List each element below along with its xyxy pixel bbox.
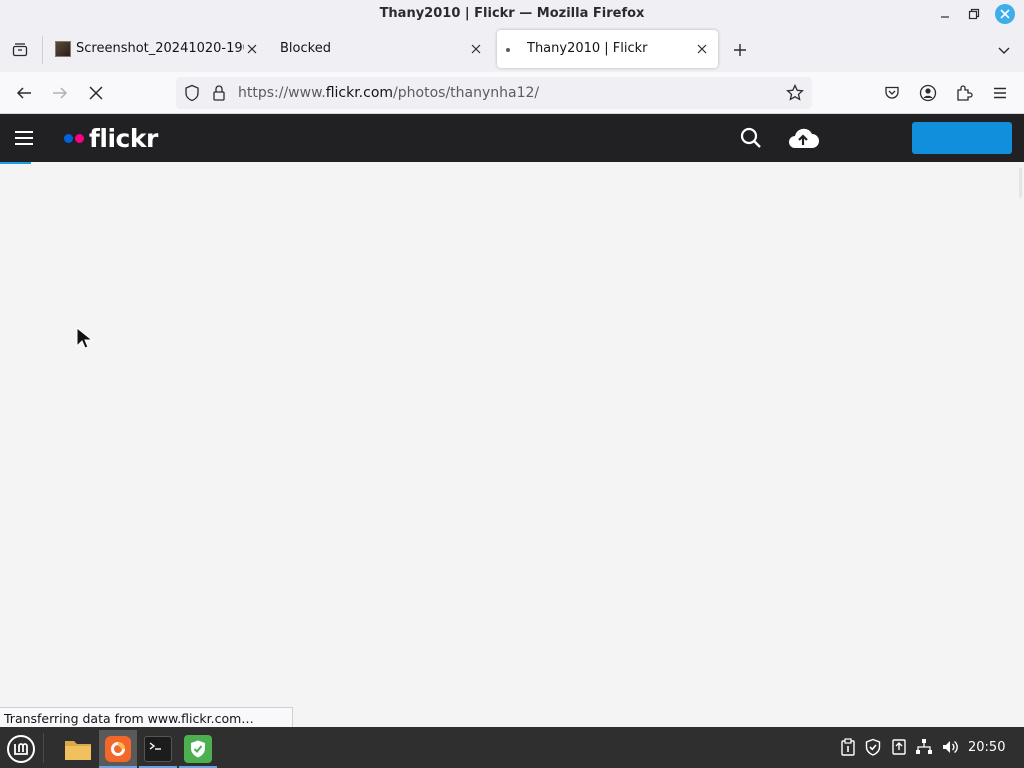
mouse-cursor [76, 326, 94, 353]
firefox-icon [105, 736, 131, 762]
chevron-down-icon [998, 47, 1010, 54]
logo-blue-dot [64, 133, 73, 143]
window-titlebar: Thany2010 | Flickr — Mozilla Firefox [0, 0, 1024, 28]
tab-screenshot[interactable]: Screenshot_20241020-1900 [50, 30, 264, 68]
url-host: flickr.com [325, 85, 394, 101]
close-tab-icon[interactable] [245, 42, 259, 56]
tab-flickr[interactable]: Thany2010 | Flickr [497, 30, 718, 68]
arrow-right-icon [53, 87, 68, 99]
minimize-button[interactable] [935, 4, 955, 24]
hamburger-icon [994, 87, 1006, 99]
shield-app-icon [184, 735, 212, 763]
files-app[interactable] [59, 730, 97, 768]
site-menu-button[interactable] [14, 129, 34, 151]
puzzle-icon [957, 85, 973, 101]
url-prefix: https://www. [238, 85, 326, 101]
account-button[interactable] [916, 81, 940, 105]
minimize-icon [941, 16, 949, 18]
scrollbar[interactable] [1019, 168, 1022, 198]
close-tab-icon[interactable] [695, 42, 709, 56]
new-tab-button[interactable] [728, 38, 752, 62]
page-content [0, 162, 1024, 726]
app-menu-button[interactable] [988, 81, 1012, 105]
image-thumbnail-icon [55, 41, 71, 57]
loading-dot-icon [506, 48, 510, 52]
plus-icon [734, 44, 746, 56]
update-tray-icon[interactable] [889, 737, 909, 757]
restore-icon [968, 8, 980, 20]
start-menu-button[interactable] [2, 730, 40, 768]
site-search-button[interactable] [740, 127, 762, 153]
close-tab-icon[interactable] [469, 42, 483, 56]
pocket-button[interactable] [880, 81, 904, 105]
tab-label: Blocked [280, 41, 331, 56]
stop-x-icon [89, 86, 103, 100]
page-loading-progress [0, 162, 31, 164]
terminal-icon [144, 736, 172, 762]
tab-strip: Screenshot_20241020-1900 Blocked Thany20… [0, 28, 1024, 72]
back-button[interactable] [12, 81, 36, 105]
volume-tray-icon[interactable] [940, 737, 960, 757]
tracking-protection-icon[interactable] [184, 84, 200, 106]
terminal-app[interactable] [139, 730, 177, 768]
signup-button[interactable] [912, 122, 1012, 154]
window-title: Thany2010 | Flickr — Mozilla Firefox [379, 6, 645, 21]
upload-button[interactable] [786, 126, 820, 154]
forward-button[interactable] [48, 81, 72, 105]
list-all-tabs-button[interactable] [992, 38, 1016, 62]
arrow-left-icon [16, 87, 31, 99]
stop-button[interactable] [84, 81, 108, 105]
clipboard-tray-icon[interactable] [838, 737, 858, 757]
arrow-cursor-icon [76, 326, 94, 349]
taskbar: 20:50 [0, 727, 1024, 768]
shield-app[interactable] [179, 730, 217, 768]
files-icon [65, 741, 91, 760]
bookmark-star-icon[interactable] [786, 83, 804, 106]
search-icon [740, 127, 761, 148]
pocket-icon [885, 86, 899, 99]
flickr-header: flickr [0, 114, 1024, 162]
security-tray-icon[interactable] [863, 737, 883, 757]
extensions-button[interactable] [952, 81, 976, 105]
cloud-upload-icon [789, 128, 819, 148]
url-bar[interactable]: https://www.flickr.com/photos/thanynha12… [176, 77, 812, 109]
firefox-app[interactable] [99, 730, 137, 768]
account-icon [919, 84, 937, 102]
network-tray-icon[interactable] [914, 737, 934, 757]
tab-overview-button[interactable] [8, 38, 32, 62]
tab-label: Screenshot_20241020-1900 [76, 41, 244, 56]
navigation-toolbar: https://www.flickr.com/photos/thanynha12… [0, 72, 1024, 114]
logo-text: flickr [89, 123, 158, 153]
clock[interactable]: 20:50 [968, 740, 1005, 755]
url-path: /photos/thanynha12/ [393, 85, 540, 101]
close-icon [1000, 9, 1010, 19]
close-window-button[interactable] [995, 4, 1015, 24]
logo-pink-dot [75, 133, 84, 143]
tab-label: Thany2010 | Flickr [527, 41, 648, 56]
lock-icon[interactable] [212, 84, 226, 106]
maximize-button[interactable] [964, 4, 984, 24]
flickr-logo[interactable]: flickr [64, 123, 158, 153]
tab-list-icon [12, 43, 28, 57]
tab-blocked[interactable]: Blocked [270, 30, 494, 68]
status-panel: Transferring data from www.flickr.com… [0, 707, 293, 727]
menu-icon [7, 735, 35, 763]
hamburger-icon [15, 131, 33, 145]
url-text[interactable]: https://www.flickr.com/photos/thanynha12… [238, 85, 539, 101]
